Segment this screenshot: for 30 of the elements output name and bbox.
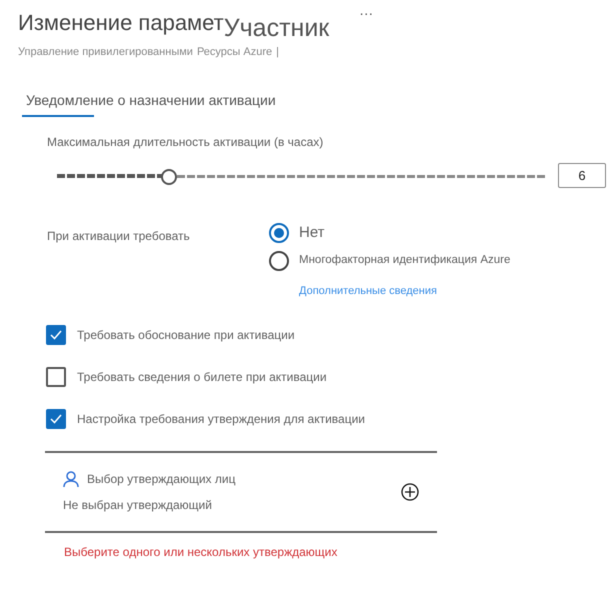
checkbox-label[interactable]: Настройка требования утверждения для активации [77,410,365,428]
checkbox-label[interactable]: Требовать обоснование при активации [77,326,295,344]
add-icon[interactable] [401,483,419,501]
field-label: Максимальная длительность активации (в часах) [47,134,324,151]
slider-track[interactable] [57,168,545,182]
check-icon [50,414,62,424]
checkbox-label[interactable]: Требовать сведения о билете при активации [77,368,327,386]
radio-button[interactable] [269,250,289,270]
tab[interactable]: Уведомление о назначении активации [22,90,280,117]
more-info-link[interactable]: Дополнительные сведения [299,282,510,299]
radio-label[interactable]: Многофакторная идентификация Azure [299,252,510,270]
role-title: Участник [224,13,330,44]
approvers-value: Не выбран утверждающий [63,497,213,514]
approvers-title: Выбор утверждающих лиц [87,471,236,488]
more-button[interactable]: ··· [359,6,374,20]
slider-thumb[interactable] [161,168,178,184]
radio-button[interactable] [269,223,289,244]
error-message: Выберите одного или нескольких утверждающих [64,544,338,561]
checkbox[interactable] [46,409,66,429]
person-icon [63,470,79,488]
checkbox[interactable] [46,367,66,387]
checkbox[interactable] [46,325,66,345]
page-title: Изменение парамет [18,9,224,37]
breadcrumb-text: Управление привилегированными [18,44,193,60]
value-field[interactable]: 6 [558,163,606,188]
field-label: При активации требовать [47,228,191,245]
check-icon [50,330,62,340]
breadcrumb-separator: | [276,44,279,60]
resource-text: Ресурсы Azure [196,44,272,60]
radio-label[interactable]: Нет [299,222,325,244]
